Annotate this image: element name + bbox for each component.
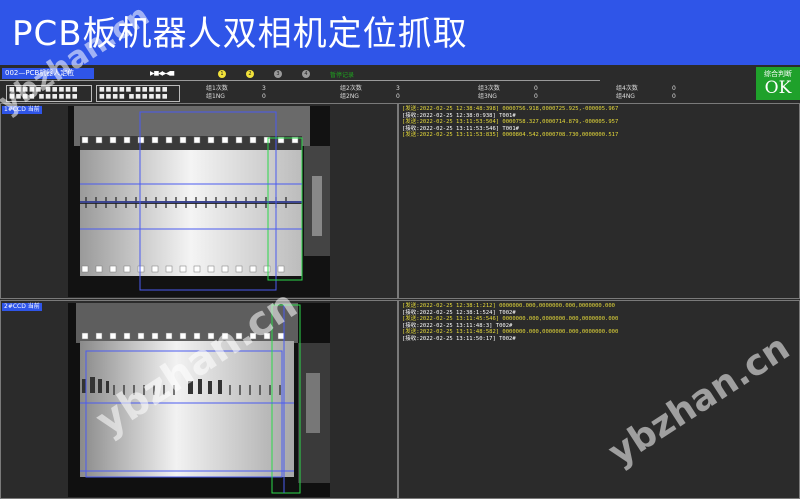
stat-group-2: 组2次数 3 组2NG 0	[340, 85, 410, 101]
stat-value: 0	[534, 85, 538, 92]
transport-controls[interactable]: ▶■◀▶◀■	[150, 70, 175, 77]
record-status: 暂停记录	[330, 72, 355, 79]
stat-group-4: 组4次数 0 组4NG 0	[616, 85, 686, 101]
step-1-indicator[interactable]: 1	[218, 70, 226, 78]
camera-1-image[interactable]	[68, 106, 330, 297]
stat-label: 组4次数	[616, 85, 638, 92]
stat-value: 3	[262, 85, 266, 92]
stat-value: 3	[396, 85, 400, 92]
io-indicator-group-2: ■■■■■ ■■■■■ ■■■■ ■■■■■■	[96, 85, 180, 102]
stat-ng-value: 0	[396, 93, 400, 100]
io-row-1: ■■■■■ ■■■■■	[99, 86, 169, 93]
stat-ng-label: 组3NG	[478, 93, 497, 100]
step-4-indicator[interactable]: 4	[302, 70, 310, 78]
stat-ng-label: 组4NG	[616, 93, 635, 100]
stat-ng-value: 0	[672, 93, 676, 100]
stat-label: 组1次数	[206, 85, 228, 92]
stat-label: 组2次数	[340, 85, 362, 92]
stat-ng-value: 0	[262, 93, 266, 100]
stat-label: 组3次数	[478, 85, 500, 92]
stat-group-3: 组3次数 0 组3NG 0	[478, 85, 548, 101]
step-2-indicator[interactable]: 2	[246, 70, 254, 78]
result-value: OK	[764, 78, 792, 98]
io-row-2: ■■■■ ■■■■■■	[99, 93, 169, 100]
camera-1-image-canvas	[68, 106, 330, 297]
camera-2-label: 2#CCD 当前	[2, 303, 42, 311]
stat-value: 0	[672, 85, 676, 92]
camera-1-log-pane	[398, 103, 800, 299]
toolbar: 002—PCB机器人定位 ▶■◀▶◀■ 1 2 3 4 暂停记录	[0, 67, 756, 81]
stat-ng-label: 组1NG	[206, 93, 225, 100]
stat-group-1: 组1次数 3 组1NG 0	[206, 85, 276, 101]
toolbar-divider	[0, 80, 600, 81]
result-panel: 综合判断 OK	[756, 67, 800, 100]
camera-2-log-pane	[398, 300, 800, 499]
step-3-indicator[interactable]: 3	[274, 70, 282, 78]
stat-ng-value: 0	[534, 93, 538, 100]
stat-ng-label: 组2NG	[340, 93, 359, 100]
